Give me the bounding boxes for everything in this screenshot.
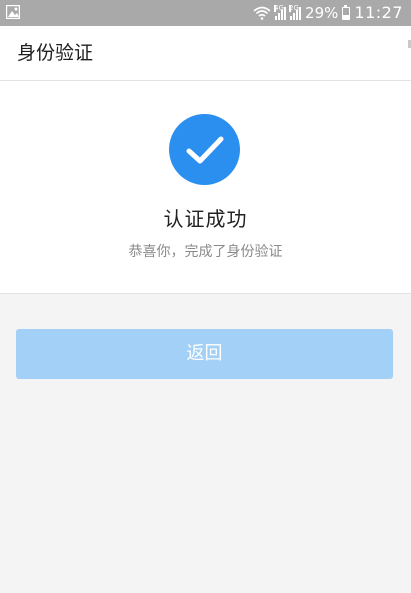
- check-circle-icon: [169, 114, 240, 185]
- network-type-label: 4G: [274, 4, 284, 12]
- gallery-notification-icon: [6, 5, 20, 19]
- result-subtitle: 恭喜你，完成了身份验证: [128, 244, 283, 260]
- network-type-label-2: 2G: [289, 4, 299, 12]
- result-title: 认证成功: [163, 207, 248, 231]
- page-title: 身份验证: [17, 42, 94, 64]
- back-button[interactable]: 返回: [16, 329, 393, 379]
- verification-result-panel: 认证成功 恭喜你，完成了身份验证: [0, 81, 411, 294]
- clock: 11:27: [354, 3, 403, 22]
- signal-icon-sim2: 2G: [289, 4, 302, 20]
- wifi-icon: [253, 6, 271, 20]
- battery-icon: [342, 4, 351, 20]
- app-header: 身份验证: [0, 26, 411, 81]
- signal-icon-sim1: 4G: [274, 4, 287, 20]
- status-bar: 4G 2G 29% 11:27: [0, 0, 411, 26]
- status-bar-right: 4G 2G 29% 11:27: [253, 0, 403, 26]
- battery-percent: 29%: [305, 4, 339, 22]
